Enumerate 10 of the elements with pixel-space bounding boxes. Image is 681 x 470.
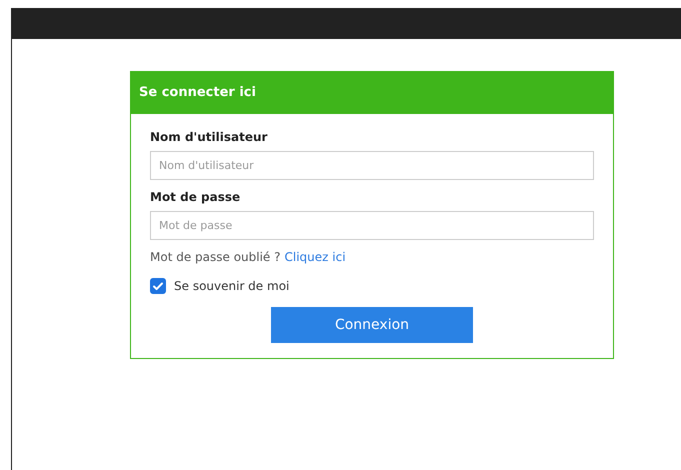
field-label: Nom d'utilisateur [150, 130, 268, 144]
login-button[interactable]: Connexion [271, 307, 473, 343]
remember-checkbox[interactable] [150, 278, 166, 294]
input-field[interactable]: Nom d'utilisateur [150, 151, 594, 180]
reset-link[interactable]: Cliquez ici [284, 250, 346, 264]
card-title: Se connecter ici [139, 85, 256, 100]
remember-label: Se souvenir de moi [174, 279, 290, 293]
forgot-text: Mot de passe oublié ? [150, 250, 280, 264]
field-label: Mot de passe [150, 190, 242, 204]
input-field[interactable]: Mot de passe [150, 211, 594, 240]
